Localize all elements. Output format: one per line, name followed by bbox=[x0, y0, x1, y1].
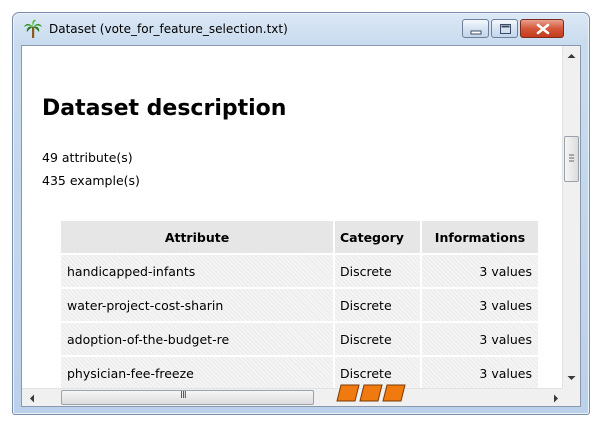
dataset-window: Dataset (vote_for_feature_selection.txt)… bbox=[12, 12, 590, 415]
table-row: physician-fee-freeze Discrete 3 values bbox=[61, 355, 540, 388]
minimize-icon bbox=[470, 30, 482, 35]
column-header-attribute: Attribute bbox=[61, 221, 335, 254]
attribute-informations: 3 values bbox=[421, 321, 540, 356]
attribute-name: water-project-cost-sharin bbox=[61, 287, 335, 322]
palm-tree-icon bbox=[24, 19, 42, 38]
attribute-name: handicapped-infants bbox=[61, 253, 335, 288]
attribute-name: adoption-of-the-budget-re bbox=[61, 321, 335, 356]
horizontal-scroll-thumb[interactable]: III bbox=[61, 390, 314, 405]
busy-segment bbox=[382, 384, 406, 402]
window-title: Dataset (vote_for_feature_selection.txt) bbox=[49, 22, 288, 36]
attribute-count: 49 attribute(s) bbox=[42, 150, 133, 165]
table-row: handicapped-infants Discrete 3 values bbox=[61, 253, 540, 288]
busy-indicator-icon bbox=[336, 384, 406, 402]
busy-segment bbox=[336, 384, 360, 402]
scroll-down-arrow-icon[interactable] bbox=[566, 374, 577, 382]
vertical-scroll-thumb[interactable] bbox=[564, 136, 579, 182]
minimize-button[interactable] bbox=[462, 19, 489, 38]
scroll-thumb-grip: III bbox=[180, 390, 187, 401]
close-button[interactable] bbox=[520, 19, 564, 38]
maximize-icon bbox=[500, 24, 511, 34]
scroll-right-arrow-icon[interactable] bbox=[552, 393, 560, 404]
attribute-category: Discrete bbox=[334, 321, 422, 356]
attribute-category: Discrete bbox=[334, 287, 422, 322]
scroll-up-arrow-icon[interactable] bbox=[566, 52, 577, 60]
column-header-informations: Informations bbox=[421, 221, 540, 254]
attribute-table: Attribute Category Informations handicap… bbox=[61, 221, 540, 388]
table-header-row: Attribute Category Informations bbox=[61, 221, 540, 254]
maximize-button[interactable] bbox=[491, 19, 518, 38]
attribute-informations: 3 values bbox=[421, 287, 540, 322]
scroll-left-arrow-icon[interactable] bbox=[28, 393, 36, 404]
attribute-name: physician-fee-freeze bbox=[61, 355, 335, 388]
vertical-scrollbar[interactable] bbox=[562, 46, 580, 388]
horizontal-scrollbar[interactable]: III bbox=[22, 388, 562, 406]
attribute-informations: 3 values bbox=[421, 253, 540, 288]
scrollbar-corner bbox=[562, 388, 580, 406]
table-row: adoption-of-the-budget-re Discrete 3 val… bbox=[61, 321, 540, 356]
busy-segment bbox=[359, 384, 383, 402]
grip-icon bbox=[569, 154, 574, 162]
dataset-description-view: Dataset description 49 attribute(s) 435 … bbox=[22, 46, 562, 388]
page-title: Dataset description bbox=[42, 96, 287, 121]
client-area: Dataset description 49 attribute(s) 435 … bbox=[21, 45, 581, 407]
close-icon bbox=[536, 23, 550, 35]
column-header-category: Category bbox=[334, 221, 422, 254]
title-bar[interactable]: Dataset (vote_for_feature_selection.txt) bbox=[13, 13, 589, 45]
table-row: water-project-cost-sharin Discrete 3 val… bbox=[61, 287, 540, 322]
attribute-category: Discrete bbox=[334, 253, 422, 288]
attribute-informations: 3 values bbox=[421, 355, 540, 388]
example-count: 435 example(s) bbox=[42, 173, 140, 188]
